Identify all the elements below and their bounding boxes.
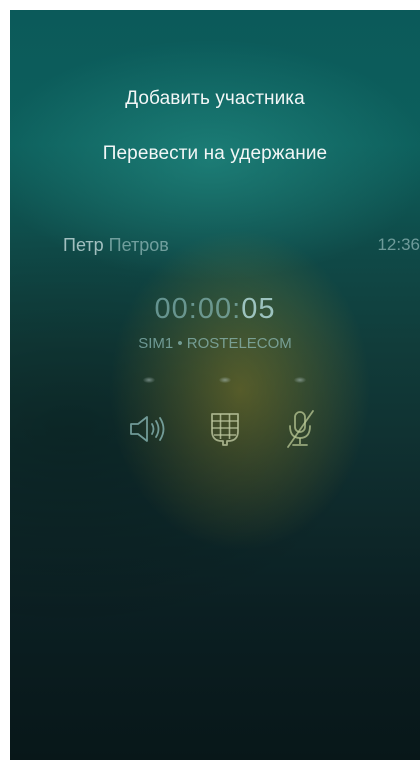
in-call-screen: Добавить участника Перевести на удержани… [10,10,420,760]
call-timer: 00:00:05 [10,293,420,326]
call-timer-prefix: 00:00: [154,293,242,325]
caller-first-name: Петр [63,235,104,255]
microphone-off-icon [287,410,314,448]
keypad-indicator-dot [219,377,231,383]
speaker-icon [130,416,165,442]
caller-name: Петр Петров [63,235,169,256]
mute-indicator-dot [294,377,306,383]
speaker-indicator-dot [143,377,155,383]
mute-button[interactable] [276,405,324,453]
caller-last-name: Петров [108,235,169,255]
call-timer-seconds: 05 [241,293,276,325]
status-clock: 12:36 [377,235,420,254]
hold-call-option[interactable]: Перевести на удержание [10,143,420,165]
speaker-button[interactable] [125,405,173,453]
keypad-icon [211,413,239,446]
add-participant-option[interactable]: Добавить участника [10,88,420,110]
keypad-button[interactable] [201,405,249,453]
sim-operator-label: SIM1 • ROSTELECOM [138,335,292,352]
